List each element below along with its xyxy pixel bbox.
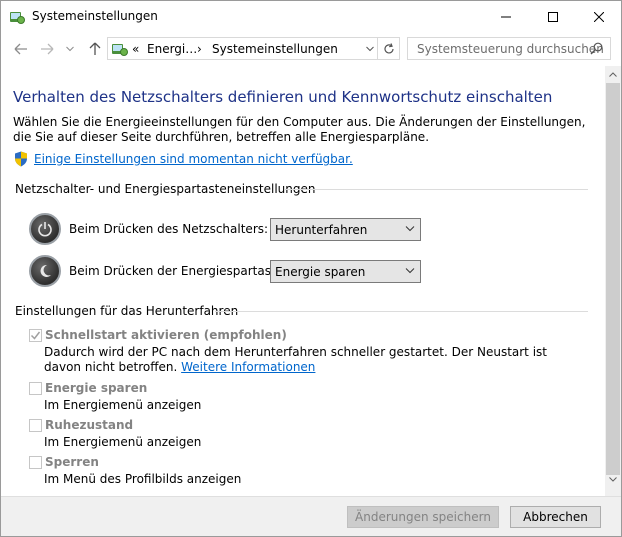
hibernate-option-description: Im Energiemenü anzeigen bbox=[44, 435, 202, 449]
save-changes-button[interactable]: Änderungen speichern bbox=[347, 506, 499, 528]
page-title: Verhalten des Netzschalters definieren u… bbox=[13, 88, 553, 106]
address-bar[interactable]: « Energi… › Systemeinstellungen bbox=[107, 37, 378, 60]
power-button-select[interactable]: Herunterfahren bbox=[270, 218, 421, 241]
chevron-up-icon bbox=[609, 72, 617, 77]
hibernate-option-label: Ruhezustand bbox=[45, 418, 134, 432]
power-settings-group-title: Netzschalter- und Energiespartasteneinst… bbox=[15, 182, 316, 196]
breadcrumb-separator[interactable]: › bbox=[197, 42, 202, 56]
sleep-option-label: Energie sparen bbox=[45, 381, 148, 395]
refresh-button[interactable] bbox=[378, 37, 400, 60]
unavailable-settings-link[interactable]: Einige Einstellungen sind momentan nicht… bbox=[34, 152, 353, 166]
group-divider bbox=[284, 189, 588, 190]
lock-option-description: Im Menü des Profilbilds anzeigen bbox=[44, 472, 242, 486]
control-panel-icon bbox=[112, 43, 128, 56]
sleep-button-label: Beim Drücken der Energiespartaste: bbox=[69, 264, 288, 278]
power-icon bbox=[38, 222, 52, 237]
sleep-menu-checkbox[interactable] bbox=[29, 382, 42, 395]
scrollbar-thumb[interactable] bbox=[606, 83, 620, 475]
group-divider bbox=[215, 311, 588, 312]
navigation-bar: « Energi… › Systemeinstellungen Systemst… bbox=[1, 32, 621, 66]
forward-button[interactable] bbox=[37, 39, 57, 59]
more-info-link[interactable]: Weitere Informationen bbox=[181, 360, 315, 374]
chevron-down-icon bbox=[405, 268, 415, 274]
sleep-button-select[interactable]: Energie sparen bbox=[270, 260, 421, 283]
power-button-icon bbox=[29, 213, 61, 245]
fast-startup-checkbox[interactable] bbox=[29, 329, 42, 342]
sleep-button-value: Energie sparen bbox=[275, 265, 366, 279]
chevron-down-icon bbox=[405, 226, 415, 232]
title-bar: Systemeinstellungen bbox=[1, 1, 621, 32]
maximize-icon bbox=[548, 11, 558, 22]
chevron-down-icon bbox=[609, 477, 617, 482]
page-description: Wählen Sie die Energieeinstellungen für … bbox=[13, 115, 586, 144]
hibernate-checkbox[interactable] bbox=[29, 419, 42, 432]
scroll-up-button[interactable] bbox=[605, 66, 621, 83]
chevron-down-icon[interactable] bbox=[366, 46, 374, 52]
lock-option-label: Sperren bbox=[45, 455, 99, 469]
sleep-option-description: Im Energiemenü anzeigen bbox=[44, 398, 202, 412]
control-panel-icon bbox=[10, 12, 25, 24]
arrow-right-icon bbox=[41, 43, 54, 55]
up-button[interactable] bbox=[85, 39, 105, 59]
checkmark-icon bbox=[30, 331, 41, 340]
back-button[interactable] bbox=[11, 39, 31, 59]
search-box[interactable]: Systemsteuerung durchsuchen bbox=[407, 37, 611, 60]
chevron-down-icon bbox=[66, 46, 74, 52]
window: Systemeinstellungen « Energi… › Systemei… bbox=[0, 0, 622, 537]
recent-locations-button[interactable] bbox=[63, 39, 77, 59]
lock-checkbox[interactable] bbox=[29, 456, 42, 469]
fast-startup-description: Dadurch wird der PC nach dem Herunterfah… bbox=[44, 345, 574, 375]
fast-startup-label: Schnellstart aktivieren (empfohlen) bbox=[45, 328, 287, 342]
sleep-button-icon bbox=[29, 255, 61, 287]
power-button-label: Beim Drücken des Netzschalters: bbox=[69, 222, 269, 236]
window-title: Systemeinstellungen bbox=[32, 9, 158, 23]
search-icon[interactable] bbox=[590, 42, 603, 55]
refresh-icon bbox=[383, 42, 394, 53]
uac-shield-icon bbox=[15, 151, 27, 167]
moon-icon bbox=[40, 264, 51, 277]
power-button-value: Herunterfahren bbox=[275, 223, 368, 237]
main-content: Verhalten des Netzschalters definieren u… bbox=[1, 66, 605, 496]
minimize-button[interactable] bbox=[483, 1, 529, 32]
vertical-scrollbar[interactable] bbox=[605, 66, 621, 496]
close-icon bbox=[594, 11, 604, 22]
breadcrumb-item-energy[interactable]: Energi… bbox=[147, 42, 197, 56]
cancel-button[interactable]: Abbrechen bbox=[510, 506, 601, 528]
close-button[interactable] bbox=[576, 1, 622, 32]
shutdown-settings-group-title: Einstellungen für das Herunterfahren bbox=[15, 304, 239, 318]
breadcrumb-prefix[interactable]: « bbox=[132, 42, 139, 56]
scroll-down-button[interactable] bbox=[605, 471, 621, 488]
arrow-up-icon bbox=[89, 42, 101, 55]
arrow-left-icon bbox=[14, 43, 27, 55]
search-input[interactable]: Systemsteuerung durchsuchen bbox=[417, 42, 604, 56]
button-bar: Änderungen speichern Abbrechen bbox=[1, 496, 621, 536]
breadcrumb-item-current[interactable]: Systemeinstellungen bbox=[212, 42, 338, 56]
maximize-button[interactable] bbox=[530, 1, 576, 32]
minimize-icon bbox=[501, 16, 511, 17]
